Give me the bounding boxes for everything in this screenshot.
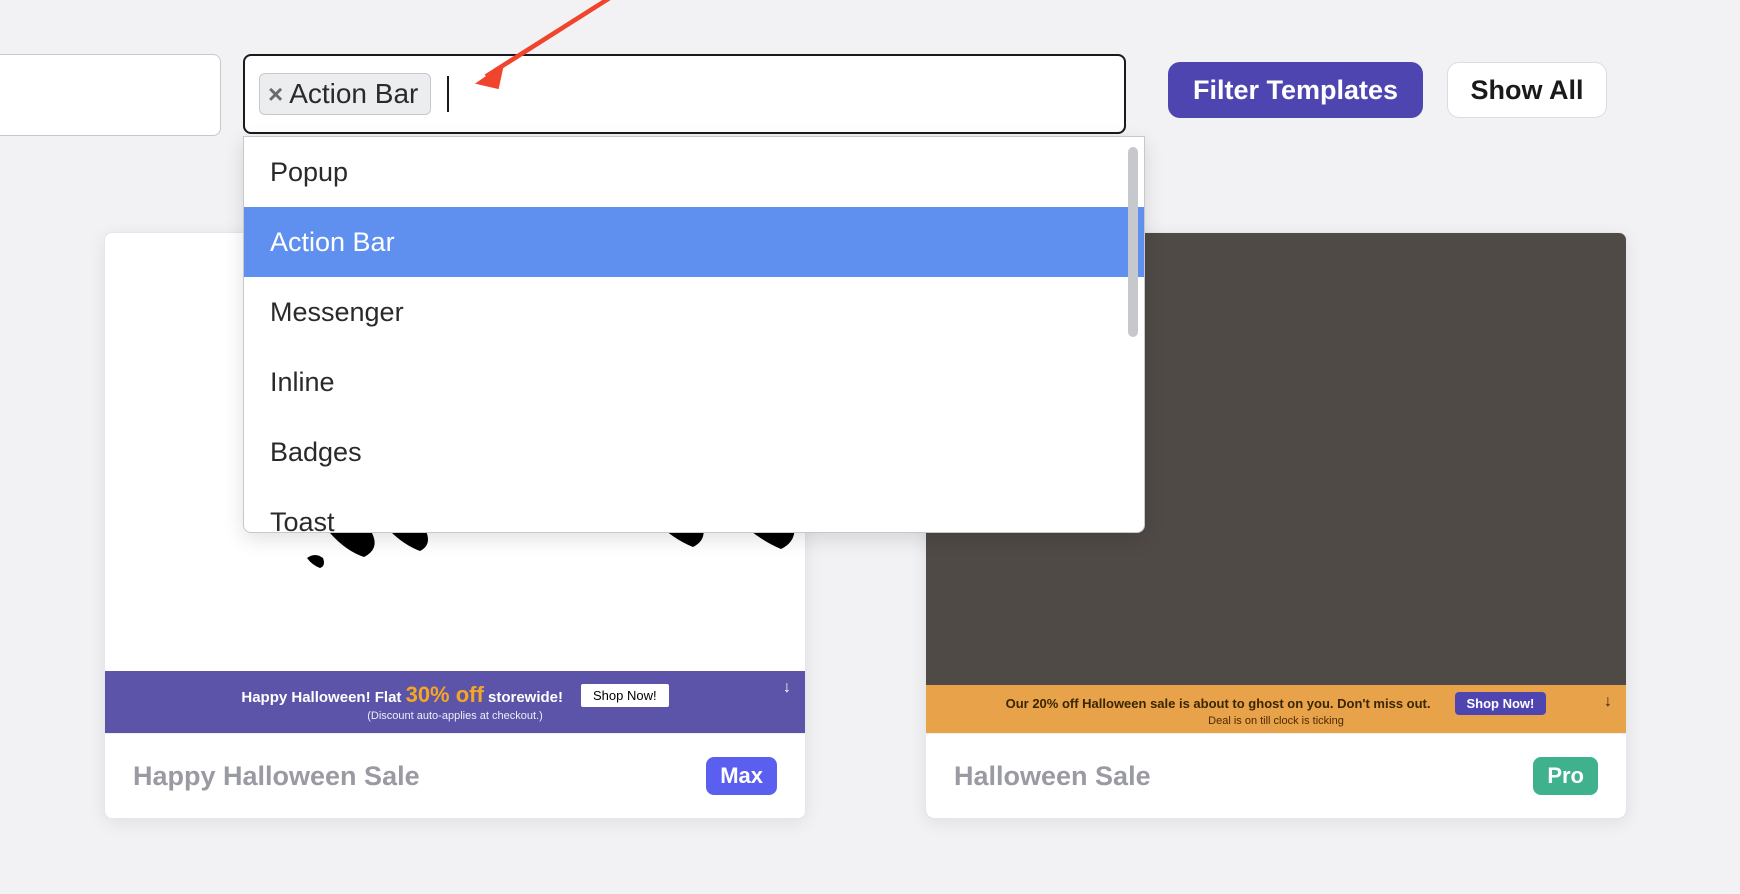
banner-subtext: (Discount auto-applies at checkout.)	[367, 710, 542, 722]
card-footer: Halloween Sale Pro	[926, 733, 1626, 818]
dropdown-option-popup[interactable]: Popup	[244, 137, 1144, 207]
dropdown-option-toast[interactable]: Toast	[244, 487, 1144, 533]
dropdown-option-inline[interactable]: Inline	[244, 347, 1144, 417]
template-type-select[interactable]: × Action Bar	[243, 54, 1126, 134]
show-all-button[interactable]: Show All	[1447, 62, 1607, 118]
promo-banner: Happy Halloween! Flat 30% off storewide!…	[105, 671, 805, 733]
selected-chip[interactable]: × Action Bar	[259, 73, 431, 115]
banner-discount: 30% off	[406, 682, 484, 707]
chip-label: Action Bar	[289, 78, 418, 110]
dropdown-option-action-bar[interactable]: Action Bar	[244, 207, 1144, 277]
text-cursor	[447, 76, 449, 112]
filter-templates-button[interactable]: Filter Templates	[1168, 62, 1423, 118]
shop-now-button[interactable]: Shop Now!	[581, 684, 669, 707]
close-icon[interactable]: ×	[268, 81, 283, 107]
scrollbar[interactable]	[1128, 147, 1138, 337]
dropdown-option-messenger[interactable]: Messenger	[244, 277, 1144, 347]
button-label: Filter Templates	[1193, 75, 1398, 106]
button-label: Show All	[1471, 75, 1584, 106]
dropdown-option-badges[interactable]: Badges	[244, 417, 1144, 487]
banner-subtext: Deal is on till clock is ticking	[1208, 715, 1344, 727]
plan-badge: Pro	[1533, 757, 1598, 795]
template-title: Halloween Sale	[954, 761, 1151, 792]
banner-text: storewide!	[488, 689, 563, 706]
card-footer: Happy Halloween Sale Max	[105, 733, 805, 818]
promo-banner: Our 20% off Halloween sale is about to g…	[926, 685, 1626, 733]
type-dropdown[interactable]: Popup Action Bar Messenger Inline Badges…	[243, 136, 1145, 533]
banner-text: Our 20% off Halloween sale is about to g…	[1006, 696, 1431, 711]
collapse-icon[interactable]: ↓	[1604, 693, 1612, 711]
plan-badge: Max	[706, 757, 777, 795]
banner-text: Happy Halloween! Flat	[241, 689, 401, 706]
prev-filter-input[interactable]	[0, 54, 221, 136]
collapse-icon[interactable]: ↓	[783, 679, 791, 697]
shop-now-button[interactable]: Shop Now!	[1455, 692, 1547, 715]
template-title: Happy Halloween Sale	[133, 761, 420, 792]
